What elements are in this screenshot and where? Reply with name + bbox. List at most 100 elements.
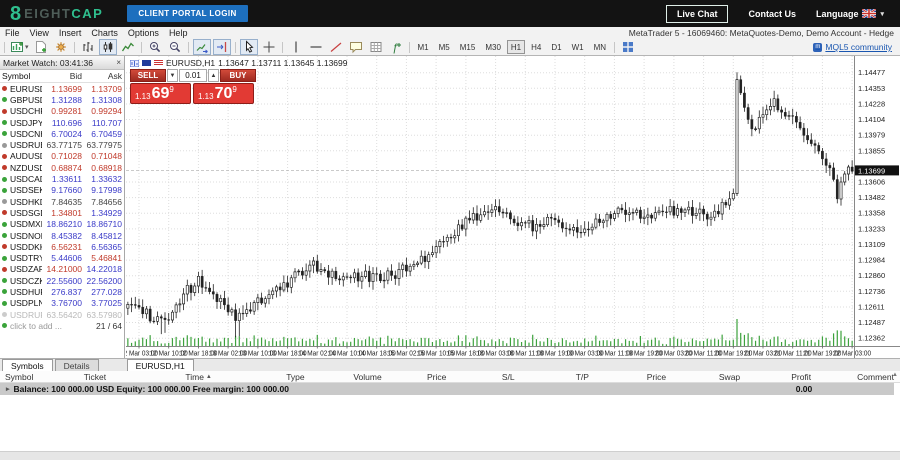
candlestick-icon[interactable] — [99, 39, 117, 55]
chart-symbol-period: EURUSD,H1 — [166, 58, 215, 68]
objects-icon[interactable] — [367, 39, 385, 55]
chart-tab-eurusd-h1[interactable]: EURUSD,H1 — [127, 359, 194, 371]
tab-details[interactable]: Details — [55, 359, 99, 371]
market-watch-row-usdrub[interactable]: USDRUB63.7717563.77975 — [0, 139, 124, 150]
toolbox-col-price-8[interactable]: Price — [619, 371, 693, 382]
toolbox-col-type-3[interactable]: Type — [258, 371, 333, 382]
timeframe-mn[interactable]: MN — [590, 40, 610, 54]
buy-button[interactable]: BUY — [220, 69, 256, 82]
sell-price-box[interactable]: 1.13 69 9 — [130, 83, 191, 104]
market-watch-row-usdtry[interactable]: USDTRY5.446065.46841 — [0, 252, 124, 263]
bar-chart-icon[interactable] — [79, 39, 97, 55]
close-icon[interactable]: × — [116, 58, 121, 67]
volume-up-stepper[interactable]: ▲ — [208, 69, 219, 82]
chart-area[interactable]: 1.144771.143531.142281.141041.139791.138… — [126, 56, 900, 358]
symbol-status-icon — [2, 199, 7, 204]
menu-view[interactable]: View — [25, 28, 54, 38]
market-watch-row-nzdusd[interactable]: NZDUSD0.688740.68918 — [0, 162, 124, 173]
market-watch-row-usdnok[interactable]: USDNOK8.453828.45812 — [0, 230, 124, 241]
tile-windows-icon[interactable] — [619, 39, 637, 55]
market-watch-row-audusd[interactable]: AUDUSD0.710280.71048 — [0, 151, 124, 162]
indicators-icon[interactable]: ƒ — [387, 39, 405, 55]
market-watch-row-usdpln[interactable]: USDPLN3.767003.77025 — [0, 298, 124, 309]
market-watch-row-usdcad[interactable]: USDCAD1.336111.33632 — [0, 173, 124, 184]
toolbox-col-sl-6[interactable]: S/L — [471, 371, 545, 382]
menu-insert[interactable]: Insert — [54, 28, 87, 38]
col-bid[interactable]: Bid — [42, 71, 82, 81]
market-watch-row-usddkk[interactable]: USDDKK6.562316.56365 — [0, 241, 124, 252]
market-watch-row-usdsek[interactable]: USDSEK9.176609.17998 — [0, 185, 124, 196]
toolbox-col-symbol-0[interactable]: Symbol — [0, 371, 50, 382]
market-watch-row-usdzar[interactable]: USDZAR14.2100014.22018 — [0, 264, 124, 275]
language-selector[interactable]: Language ▾ — [816, 9, 884, 19]
auto-scroll-icon[interactable] — [193, 39, 211, 55]
volume-input[interactable]: 0.01 — [179, 69, 207, 82]
timeframe-w1[interactable]: W1 — [568, 40, 588, 54]
algo-trading-icon[interactable] — [52, 39, 70, 55]
market-watch-row-usdhkd[interactable]: USDHKD7.846357.84656 — [0, 196, 124, 207]
zoom-in-icon[interactable] — [146, 39, 164, 55]
timeframe-h4[interactable]: H4 — [527, 40, 545, 54]
cursor-icon[interactable] — [240, 39, 258, 55]
svg-text:1.13358: 1.13358 — [858, 209, 885, 218]
toolbox-scroll-up-icon[interactable]: ▲ — [892, 372, 898, 378]
toolbox-col-comment-11[interactable]: Comment — [837, 371, 900, 382]
market-watch-row-usdmxn[interactable]: USDMXN18.8621018.86710 — [0, 219, 124, 230]
menu-help[interactable]: Help — [164, 28, 193, 38]
vertical-line-icon[interactable] — [287, 39, 305, 55]
market-watch-row-usdhuf[interactable]: USDHUF276.837277.028 — [0, 286, 124, 297]
client-portal-login-button[interactable]: CLIENT PORTAL LOGIN — [127, 5, 247, 22]
symbol-status-icon — [2, 188, 7, 193]
bid-value: 1.31288 — [42, 95, 82, 105]
market-watch-add-row[interactable]: click to add ...21 / 64 — [0, 320, 124, 331]
toolbox-col-ticket-1[interactable]: Ticket — [50, 371, 139, 382]
market-watch-row-eurusd[interactable]: EURUSD1.136991.13709 — [0, 83, 124, 94]
window-footer — [0, 451, 900, 460]
tab-symbols[interactable]: Symbols — [2, 359, 53, 371]
crosshair-icon[interactable] — [260, 39, 278, 55]
timeframe-m5[interactable]: M5 — [435, 40, 454, 54]
timeframe-m1[interactable]: M1 — [414, 40, 433, 54]
market-watch-row-usdchf[interactable]: USDCHF0.992810.99294 — [0, 106, 124, 117]
col-symbol[interactable]: Symbol — [2, 71, 42, 81]
new-order-icon[interactable] — [32, 39, 50, 55]
timeframe-d1[interactable]: D1 — [547, 40, 565, 54]
market-watch-row-usdczk[interactable]: USDCZK22.5560022.56200 — [0, 275, 124, 286]
menu-charts[interactable]: Charts — [86, 28, 123, 38]
symbol-name: USDDKK — [10, 242, 42, 252]
buy-price-big: 70 — [215, 86, 233, 102]
mql5-community-link[interactable]: mMQL5 community — [813, 42, 892, 52]
volume-down-stepper[interactable]: ▼ — [167, 69, 178, 82]
horizontal-line-icon[interactable] — [307, 39, 325, 55]
expand-icon[interactable]: ▸ — [6, 385, 10, 393]
live-chat-button[interactable]: Live Chat — [666, 5, 729, 23]
market-watch-row-gbpusd[interactable]: GBPUSD1.312881.31308 — [0, 94, 124, 105]
toolbox-col-volume-4[interactable]: Volume — [333, 371, 402, 382]
market-watch-row-usdjpy[interactable]: USDJPY110.696110.707 — [0, 117, 124, 128]
trendline-icon[interactable] — [327, 39, 345, 55]
toolbox-col-tp-7[interactable]: T/P — [545, 371, 619, 382]
text-label-icon[interactable] — [347, 39, 365, 55]
menu-file[interactable]: File — [0, 28, 25, 38]
toolbox-col-profit-10[interactable]: Profit — [766, 371, 837, 382]
chart-shift-icon[interactable] — [213, 39, 231, 55]
market-watch-row-usdrur[interactable]: USDRUR63.5642063.57980 — [0, 309, 124, 320]
balance-row[interactable]: ▸ Balance: 100 000.00 USD Equity: 100 00… — [0, 383, 894, 395]
line-chart-icon[interactable] — [119, 39, 137, 55]
timeframe-m30[interactable]: M30 — [481, 40, 505, 54]
contact-us-link[interactable]: Contact Us — [748, 9, 796, 19]
market-watch-row-usdcnh[interactable]: USDCNH6.700246.70459 — [0, 128, 124, 139]
toolbox-col-price-5[interactable]: Price — [402, 371, 471, 382]
timeframe-h1[interactable]: H1 — [507, 40, 525, 54]
toolbox-col-time-2[interactable]: Time▲ — [139, 371, 258, 382]
toolbox-col-swap-9[interactable]: Swap — [693, 371, 765, 382]
market-watch-row-usdsgd[interactable]: USDSGD1.348011.34929 — [0, 207, 124, 218]
svg-text:1.13233: 1.13233 — [858, 224, 885, 233]
zoom-out-icon[interactable] — [166, 39, 184, 55]
new-chart-icon[interactable]: ▾ — [9, 39, 30, 55]
buy-price-box[interactable]: 1.13 70 9 — [193, 83, 254, 104]
sell-button[interactable]: SELL — [130, 69, 166, 82]
timeframe-m15[interactable]: M15 — [456, 40, 480, 54]
col-ask[interactable]: Ask — [82, 71, 122, 81]
menu-options[interactable]: Options — [123, 28, 164, 38]
